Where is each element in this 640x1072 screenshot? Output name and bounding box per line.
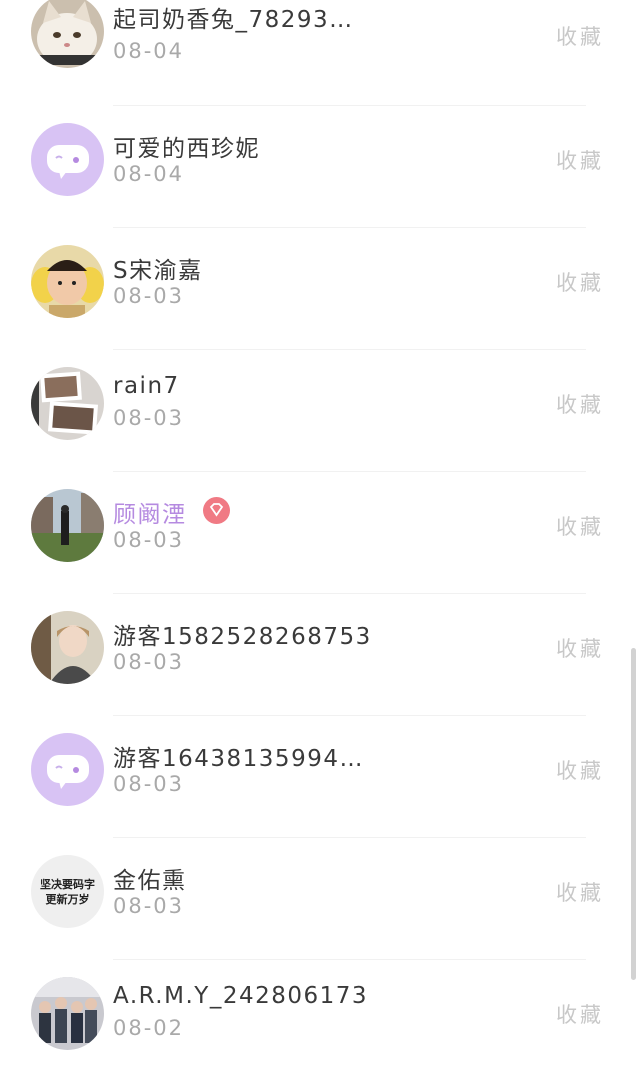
list-item[interactable]: 顾阚湮 08-03 收藏 [0, 483, 640, 605]
list-item[interactable]: A.R.M.Y_242806173 08-02 收藏 [0, 971, 640, 1072]
favorite-button[interactable]: 收藏 [556, 21, 604, 51]
cat-avatar-image [31, 0, 104, 68]
follow-date: 08-03 [113, 772, 185, 796]
list-item[interactable]: rain7 08-03 收藏 [0, 361, 640, 483]
chat-bubble-icon [47, 145, 89, 179]
user-name: 起司奶香兔_78293… [113, 7, 354, 33]
follow-date: 08-02 [113, 1016, 185, 1040]
collage-avatar-image [31, 367, 104, 440]
follow-date: 08-03 [113, 894, 185, 918]
favorite-button[interactable]: 收藏 [556, 755, 604, 785]
favorite-button[interactable]: 收藏 [556, 877, 604, 907]
list-item[interactable]: 游客1582528268753 08-03 收藏 [0, 605, 640, 727]
person-avatar-image [31, 611, 104, 684]
group-avatar-image [31, 977, 104, 1050]
follow-date: 08-03 [113, 650, 185, 674]
user-name: S宋渝嘉 [113, 258, 203, 284]
avatar[interactable] [31, 489, 104, 562]
user-name: 游客1582528268753 [113, 624, 372, 650]
favorite-button[interactable]: 收藏 [556, 633, 604, 663]
child-avatar-image [31, 245, 104, 318]
follow-date: 08-04 [113, 162, 185, 186]
divider [113, 471, 586, 472]
avatar[interactable] [31, 733, 104, 806]
favorite-button[interactable]: 收藏 [556, 511, 604, 541]
user-name: A.R.M.Y_242806173 [113, 983, 369, 1009]
follow-date: 08-03 [113, 406, 185, 430]
vip-badge-icon [203, 497, 230, 524]
user-name: 可爱的西珍妮 [113, 136, 260, 162]
list-item[interactable]: 可爱的西珍妮 08-04 收藏 [0, 117, 640, 239]
user-name: rain7 [113, 373, 180, 399]
divider [113, 227, 586, 228]
list-item[interactable]: 坚决要码字 更新万岁 金佑熏 08-03 收藏 [0, 849, 640, 971]
list-item[interactable]: S宋渝嘉 08-03 收藏 [0, 239, 640, 361]
avatar[interactable] [31, 245, 104, 318]
follow-date: 08-04 [113, 39, 185, 63]
user-name: 顾阚湮 [113, 502, 187, 528]
avatar[interactable] [31, 977, 104, 1050]
sticker-text-line: 坚决要码字 [40, 878, 95, 891]
divider [113, 105, 586, 106]
sticker-text-line: 更新万岁 [45, 893, 90, 906]
user-name: 游客16438135994… [113, 746, 364, 772]
divider [113, 715, 586, 716]
favorite-button[interactable]: 收藏 [556, 999, 604, 1029]
favorite-button[interactable]: 收藏 [556, 145, 604, 175]
divider [113, 837, 586, 838]
avatar[interactable]: 坚决要码字 更新万岁 [31, 855, 104, 928]
favorite-button[interactable]: 收藏 [556, 389, 604, 419]
street-avatar-image [31, 489, 104, 562]
list-item[interactable]: 游客16438135994… 08-03 收藏 [0, 727, 640, 849]
avatar[interactable] [31, 367, 104, 440]
divider [113, 349, 586, 350]
follow-date: 08-03 [113, 528, 185, 552]
chat-bubble-icon [47, 755, 89, 789]
avatar[interactable] [31, 0, 104, 68]
follow-date: 08-03 [113, 284, 185, 308]
user-list: 起司奶香兔_78293… 08-04 收藏 可爱的西珍妮 08-04 收藏 S宋… [0, 0, 640, 1072]
avatar[interactable] [31, 611, 104, 684]
favorite-button[interactable]: 收藏 [556, 267, 604, 297]
avatar[interactable] [31, 123, 104, 196]
user-name: 金佑熏 [113, 868, 187, 894]
divider [113, 593, 586, 594]
scrollbar[interactable] [631, 648, 636, 980]
list-item[interactable]: 起司奶香兔_78293… 08-04 收藏 [0, 0, 640, 117]
divider [113, 959, 586, 960]
